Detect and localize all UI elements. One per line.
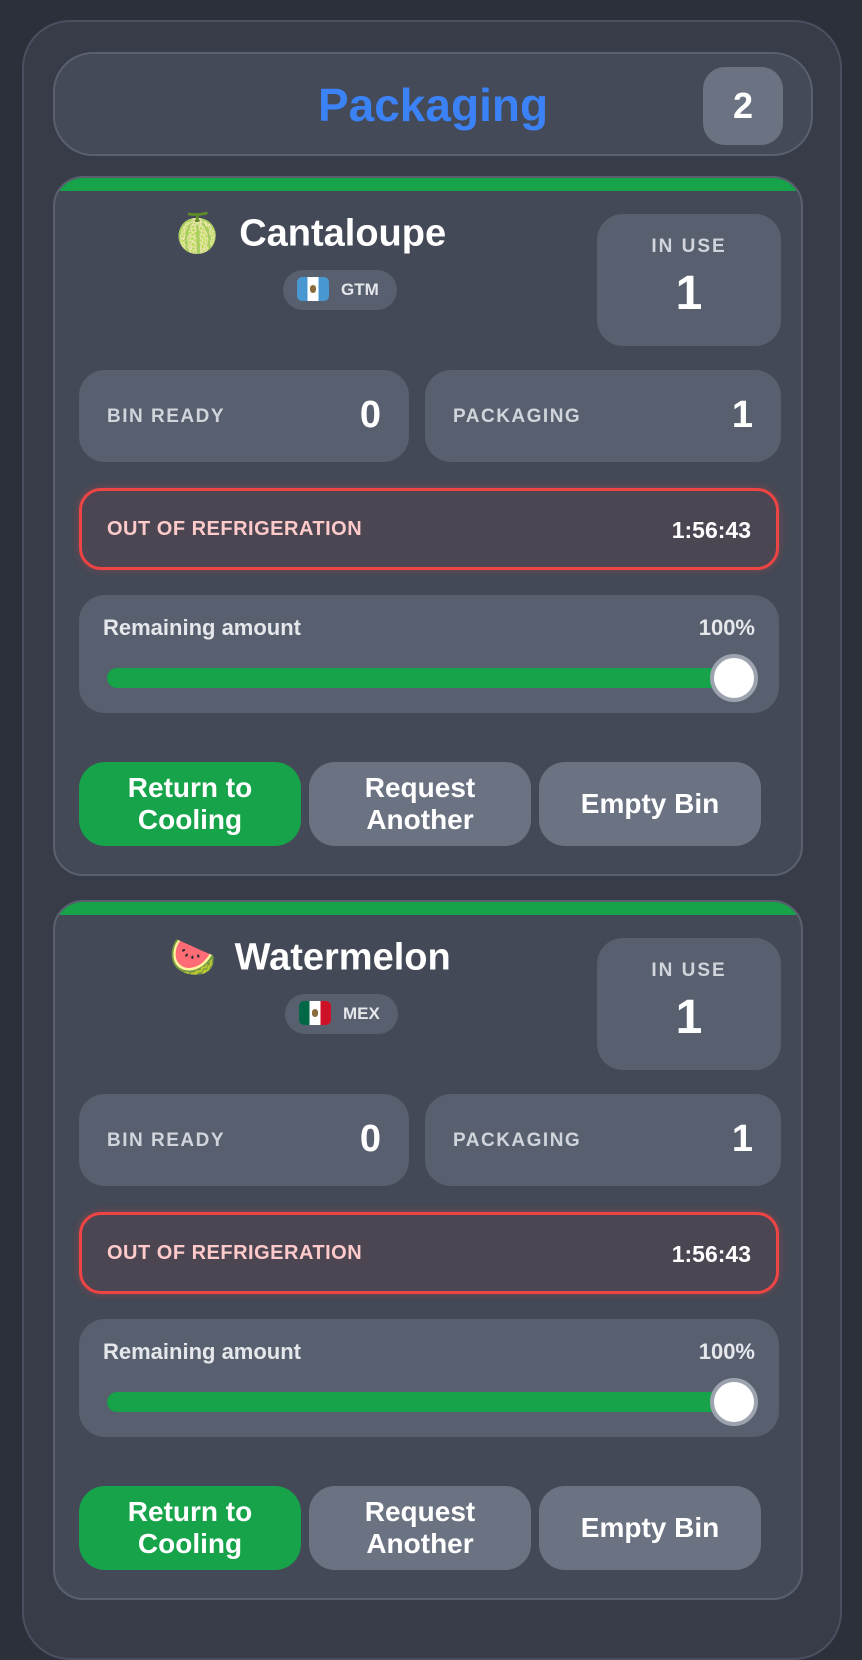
bin-ready-stat: BIN READY 0	[79, 1094, 409, 1186]
slider-thumb[interactable]	[710, 1378, 758, 1426]
bin-ready-stat: BIN READY 0	[79, 370, 409, 462]
packaging-stat: PACKAGING 1	[425, 370, 781, 462]
request-another-button[interactable]: Request Another	[309, 762, 531, 846]
count-badge: 2	[703, 67, 783, 145]
empty-bin-button[interactable]: Empty Bin	[539, 1486, 761, 1570]
bin-ready-label: BIN READY	[107, 406, 226, 427]
packaging-label: PACKAGING	[453, 1130, 582, 1151]
bin-ready-value: 0	[359, 1118, 381, 1160]
packaging-stat: PACKAGING 1	[425, 1094, 781, 1186]
in-use-box: IN USE 1	[597, 938, 781, 1070]
empty-bin-button[interactable]: Empty Bin	[539, 762, 761, 846]
return-to-cooling-button[interactable]: Return to Cooling	[79, 1486, 301, 1570]
in-use-label: IN USE	[651, 960, 727, 981]
origin-badge: MEX	[285, 994, 398, 1034]
bin-card-cantaloupe: 🍈 Cantaloupe GTM IN USE 1 BIN READY 0 PAC…	[53, 176, 803, 876]
in-use-box: IN USE 1	[597, 214, 781, 346]
request-another-button[interactable]: Request Another	[309, 1486, 531, 1570]
oor-timer: 1:56:43	[671, 1241, 751, 1267]
origin-badge: GTM	[283, 270, 397, 310]
out-of-refrigeration-alert: OUT OF REFRIGERATION 1:56:43	[79, 488, 779, 570]
in-use-value: 1	[675, 991, 703, 1044]
packaging-panel: Packaging 2 🍈 Cantaloupe GTM IN USE 1 BIN…	[22, 20, 842, 1660]
guatemala-flag-icon	[297, 276, 329, 301]
packaging-label: PACKAGING	[453, 406, 582, 427]
packaging-value: 1	[731, 394, 753, 436]
panel-header: Packaging 2	[53, 52, 813, 156]
slider-fill	[107, 1392, 734, 1412]
oor-label: OUT OF REFRIGERATION	[107, 518, 363, 540]
bin-card-watermelon: 🍉 Watermelon MEX IN USE 1 BIN READY 0 PAC…	[53, 900, 803, 1600]
in-use-label: IN USE	[651, 236, 727, 257]
slider-thumb[interactable]	[710, 654, 758, 702]
card-title: 🍈 Cantaloupe	[55, 212, 565, 256]
remaining-label: Remaining amount	[103, 1339, 302, 1364]
packaging-value: 1	[731, 1118, 753, 1160]
mexico-flag-icon	[299, 1000, 331, 1025]
slider-fill	[107, 668, 734, 688]
page-title: Packaging	[317, 79, 549, 131]
remaining-amount-control: Remaining amount 100%	[79, 595, 779, 713]
origin-code: GTM	[341, 280, 379, 299]
status-bar	[55, 902, 801, 915]
bin-ready-value: 0	[359, 394, 381, 436]
remaining-slider[interactable]	[107, 1378, 758, 1426]
watermelon-icon: 🍉	[169, 937, 217, 979]
oor-label: OUT OF REFRIGERATION	[107, 1242, 363, 1264]
remaining-slider[interactable]	[107, 654, 758, 702]
card-title: 🍉 Watermelon	[55, 936, 565, 980]
bin-ready-label: BIN READY	[107, 1130, 226, 1151]
remaining-amount-control: Remaining amount 100%	[79, 1319, 779, 1437]
remaining-label: Remaining amount	[103, 615, 302, 640]
remaining-percent: 100%	[698, 615, 755, 640]
oor-timer: 1:56:43	[671, 517, 751, 543]
origin-code: MEX	[343, 1004, 380, 1023]
out-of-refrigeration-alert: OUT OF REFRIGERATION 1:56:43	[79, 1212, 779, 1294]
return-to-cooling-button[interactable]: Return to Cooling	[79, 762, 301, 846]
in-use-value: 1	[675, 267, 703, 320]
remaining-percent: 100%	[698, 1339, 755, 1364]
cantaloupe-icon: 🍈	[173, 213, 222, 255]
status-bar	[55, 178, 801, 191]
fruit-name: Cantaloupe	[239, 212, 447, 255]
fruit-name: Watermelon	[234, 936, 451, 979]
